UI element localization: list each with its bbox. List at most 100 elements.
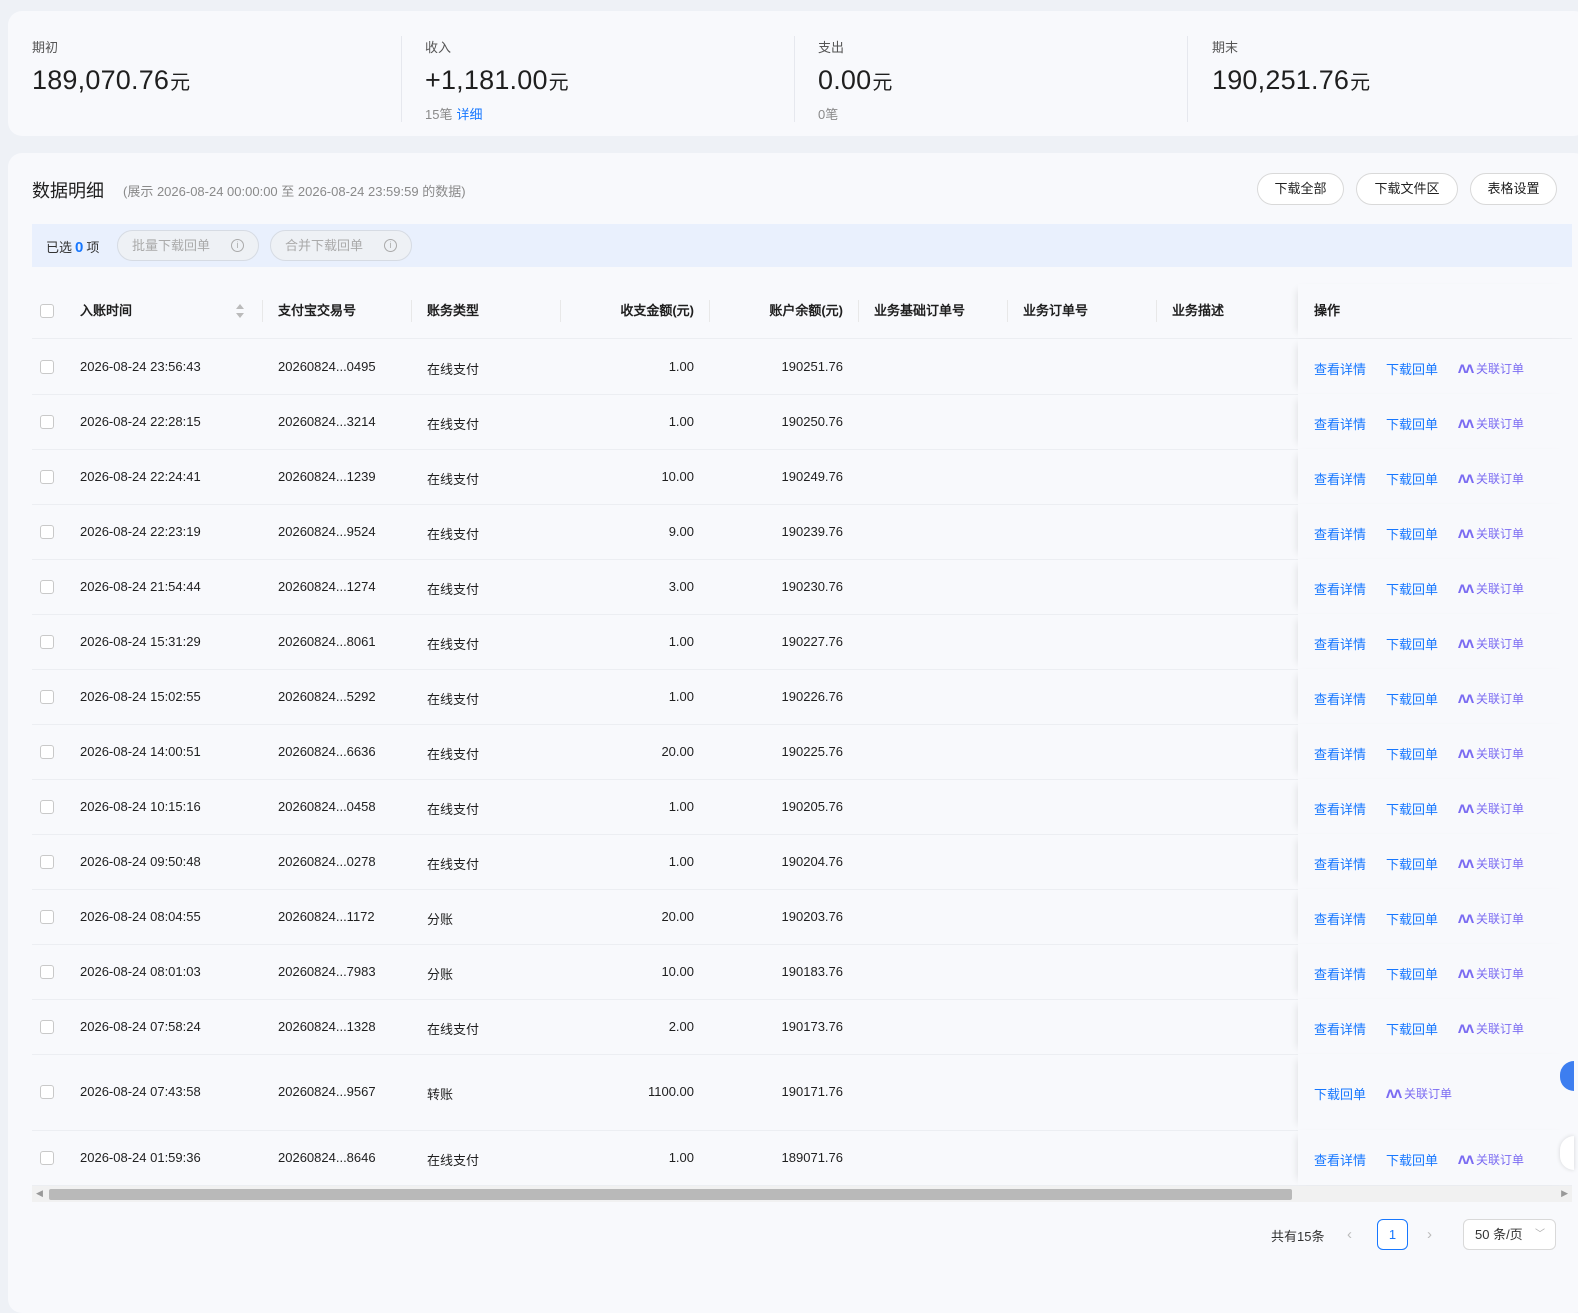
related-order-link[interactable]: ᐱᐱ 关联订单 bbox=[1458, 855, 1524, 872]
row-checkbox[interactable] bbox=[40, 415, 54, 429]
cell-amount: 1.00 bbox=[668, 1150, 694, 1165]
table-header: 入账时间 支付宝交易号 账务类型 收支金额(元) 账户余额(元) 业务基础订单号… bbox=[32, 284, 1572, 339]
download-files-button[interactable]: 下载文件区 bbox=[1356, 173, 1458, 205]
download-receipt-link[interactable]: 下载回单 bbox=[1386, 744, 1438, 763]
download-receipt-link[interactable]: 下载回单 bbox=[1314, 1084, 1366, 1103]
prev-page-icon[interactable]: ‹ bbox=[1347, 1226, 1352, 1243]
download-receipt-link[interactable]: 下载回单 bbox=[1386, 469, 1438, 488]
related-order-link[interactable]: ᐱᐱ 关联订单 bbox=[1458, 470, 1524, 487]
cell-trade-no: 20260824...8646 bbox=[278, 1150, 376, 1165]
cell-trade-no: 20260824...7983 bbox=[278, 964, 376, 979]
cell-time: 2026-08-24 01:59:36 bbox=[80, 1150, 201, 1165]
related-order-link[interactable]: ᐱᐱ 关联订单 bbox=[1458, 525, 1524, 542]
row-checkbox[interactable] bbox=[40, 470, 54, 484]
ai-sparkle-icon: ᐱᐱ bbox=[1458, 639, 1474, 651]
view-details-link[interactable]: 查看详情 bbox=[1314, 964, 1366, 983]
page-size-select[interactable]: 50 条/页 ﹀ bbox=[1463, 1219, 1556, 1250]
ai-sparkle-icon: ᐱᐱ bbox=[1458, 914, 1474, 926]
cell-time: 2026-08-24 09:50:48 bbox=[80, 854, 201, 869]
cell-balance: 190251.76 bbox=[781, 359, 843, 374]
scrollbar-thumb[interactable] bbox=[49, 1189, 1292, 1200]
related-order-link[interactable]: ᐱᐱ 关联订单 bbox=[1458, 415, 1524, 432]
view-details-link[interactable]: 查看详情 bbox=[1314, 524, 1366, 543]
related-order-link[interactable]: ᐱᐱ 关联订单 bbox=[1386, 1085, 1452, 1102]
actions-cell: 查看详情 下载回单 ᐱᐱ 关联订单 bbox=[1298, 559, 1572, 614]
row-checkbox[interactable] bbox=[40, 855, 54, 869]
download-receipt-link[interactable]: 下载回单 bbox=[1386, 524, 1438, 543]
download-all-button[interactable]: 下载全部 bbox=[1257, 173, 1344, 205]
page-1-button[interactable]: 1 bbox=[1377, 1219, 1408, 1250]
cell-balance: 190227.76 bbox=[781, 634, 843, 649]
horizontal-scrollbar[interactable]: ◀ ▶ bbox=[32, 1186, 1572, 1202]
related-order-link[interactable]: ᐱᐱ 关联订单 bbox=[1458, 965, 1524, 982]
view-details-link[interactable]: 查看详情 bbox=[1314, 579, 1366, 598]
scroll-right-icon[interactable]: ▶ bbox=[1561, 1188, 1568, 1199]
row-checkbox[interactable] bbox=[40, 690, 54, 704]
download-receipt-link[interactable]: 下载回单 bbox=[1386, 689, 1438, 708]
related-order-link[interactable]: ᐱᐱ 关联订单 bbox=[1458, 745, 1524, 762]
download-receipt-link[interactable]: 下载回单 bbox=[1386, 909, 1438, 928]
related-order-link[interactable]: ᐱᐱ 关联订单 bbox=[1458, 635, 1524, 652]
view-details-link[interactable]: 查看详情 bbox=[1314, 359, 1366, 378]
cell-time: 2026-08-24 07:43:58 bbox=[80, 1084, 201, 1099]
row-checkbox[interactable] bbox=[40, 1085, 54, 1099]
download-receipt-link[interactable]: 下载回单 bbox=[1386, 799, 1438, 818]
related-order-link[interactable]: ᐱᐱ 关联订单 bbox=[1458, 580, 1524, 597]
related-order-link[interactable]: ᐱᐱ 关联订单 bbox=[1458, 1020, 1524, 1037]
view-details-link[interactable]: 查看详情 bbox=[1314, 744, 1366, 763]
row-checkbox[interactable] bbox=[40, 910, 54, 924]
related-order-link[interactable]: ᐱᐱ 关联订单 bbox=[1458, 1151, 1524, 1168]
view-details-link[interactable]: 查看详情 bbox=[1314, 909, 1366, 928]
scroll-left-icon[interactable]: ◀ bbox=[36, 1188, 43, 1199]
related-order-link[interactable]: ᐱᐱ 关联订单 bbox=[1458, 910, 1524, 927]
actions-cell: 查看详情 下载回单 ᐱᐱ 关联订单 bbox=[1298, 999, 1572, 1054]
row-checkbox[interactable] bbox=[40, 800, 54, 814]
select-all-checkbox[interactable] bbox=[40, 304, 54, 318]
col-time[interactable]: 入账时间 bbox=[80, 284, 132, 338]
row-checkbox[interactable] bbox=[40, 1151, 54, 1165]
view-details-link[interactable]: 查看详情 bbox=[1314, 1019, 1366, 1038]
view-details-link[interactable]: 查看详情 bbox=[1314, 854, 1366, 873]
view-details-link[interactable]: 查看详情 bbox=[1314, 414, 1366, 433]
download-receipt-link[interactable]: 下载回单 bbox=[1386, 359, 1438, 378]
cell-type: 在线支付 bbox=[427, 802, 480, 817]
related-order-link[interactable]: ᐱᐱ 关联订单 bbox=[1458, 690, 1524, 707]
view-details-link[interactable]: 查看详情 bbox=[1314, 469, 1366, 488]
download-receipt-link[interactable]: 下载回单 bbox=[1386, 1150, 1438, 1169]
view-details-link[interactable]: 查看详情 bbox=[1314, 689, 1366, 708]
related-order-link[interactable]: ᐱᐱ 关联订单 bbox=[1458, 800, 1524, 817]
next-page-icon[interactable]: › bbox=[1427, 1226, 1432, 1243]
sort-icon[interactable] bbox=[236, 304, 244, 318]
download-receipt-link[interactable]: 下载回单 bbox=[1386, 579, 1438, 598]
view-details-link[interactable]: 查看详情 bbox=[1314, 1150, 1366, 1169]
download-receipt-link[interactable]: 下载回单 bbox=[1386, 854, 1438, 873]
download-receipt-link[interactable]: 下载回单 bbox=[1386, 1019, 1438, 1038]
row-checkbox[interactable] bbox=[40, 745, 54, 759]
related-order-link[interactable]: ᐱᐱ 关联订单 bbox=[1458, 360, 1524, 377]
merge-download-button[interactable]: 合并下载回单 i bbox=[270, 230, 412, 261]
pagination-total: 共有15条 bbox=[1271, 1229, 1325, 1244]
cell-amount: 1.00 bbox=[668, 799, 694, 814]
download-receipt-link[interactable]: 下载回单 bbox=[1386, 634, 1438, 653]
view-details-link[interactable]: 查看详情 bbox=[1314, 799, 1366, 818]
download-receipt-link[interactable]: 下载回单 bbox=[1386, 964, 1438, 983]
income-detail-link[interactable]: 详细 bbox=[456, 107, 482, 122]
actions-cell: 查看详情 下载回单 ᐱᐱ 关联订单 bbox=[1298, 449, 1572, 504]
row-checkbox[interactable] bbox=[40, 360, 54, 374]
download-receipt-link[interactable]: 下载回单 bbox=[1386, 414, 1438, 433]
cell-type: 在线支付 bbox=[427, 692, 480, 707]
stat-opening-value: 189,070.76 bbox=[32, 65, 170, 95]
row-checkbox[interactable] bbox=[40, 580, 54, 594]
table-row: 2026-08-24 22:28:15 20260824...3214 在线支付 1.… bbox=[32, 394, 1572, 450]
row-checkbox[interactable] bbox=[40, 1020, 54, 1034]
batch-download-button[interactable]: 批量下载回单 i bbox=[117, 230, 259, 261]
row-checkbox[interactable] bbox=[40, 525, 54, 539]
row-checkbox[interactable] bbox=[40, 965, 54, 979]
cell-amount: 10.00 bbox=[661, 469, 694, 484]
cell-type: 在线支付 bbox=[427, 582, 480, 597]
row-checkbox[interactable] bbox=[40, 635, 54, 649]
cell-balance: 190173.76 bbox=[781, 1019, 843, 1034]
view-details-link[interactable]: 查看详情 bbox=[1314, 634, 1366, 653]
cell-balance: 190239.76 bbox=[781, 524, 843, 539]
table-settings-button[interactable]: 表格设置 bbox=[1470, 173, 1557, 205]
